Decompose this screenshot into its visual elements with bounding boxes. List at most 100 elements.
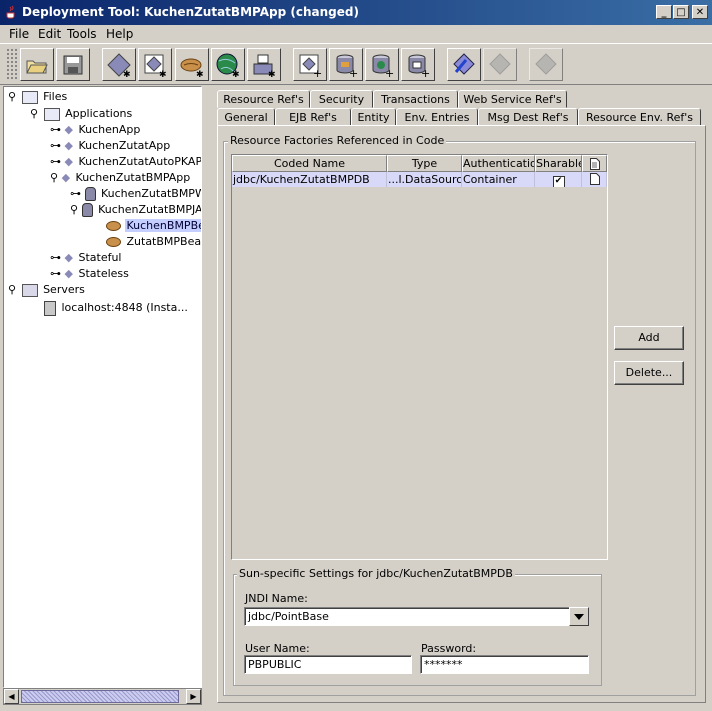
tree-node-app[interactable]: ⊶ ◆ KuchenApp [50,122,142,137]
new-web-component-button[interactable]: ✱ [138,48,172,81]
expand-handle-icon[interactable]: ⚲ [8,90,16,103]
new-ejb-button[interactable]: ✱ [102,48,136,81]
jndi-name-label: JNDI Name: [245,592,308,605]
close-button[interactable]: ✕ [692,5,708,19]
tree-node-jar[interactable]: ⚲ KuchenZutatBMPJA [70,202,202,217]
tree-node-applications[interactable]: ⚲ Applications [30,106,134,121]
tab-entity[interactable]: Entity [351,108,396,126]
tab-resource-refs[interactable]: Resource Ref's [217,90,310,108]
column-header-authentication[interactable]: Authentication [462,155,535,172]
tree-node-jar[interactable]: ⊶ KuchenZutatBMPWA [70,186,201,201]
servers-icon [21,283,38,297]
tree-node-stateful[interactable]: ⊶ ◆ Stateful [50,250,124,265]
svg-text:+: + [385,67,394,78]
tree-node-files[interactable]: ⚲ Files [8,89,69,104]
delete-button[interactable]: Delete... [614,361,684,385]
cell-authentication[interactable]: Container [462,172,535,187]
tree-node-stateless[interactable]: ⊶ ◆ Stateless [50,266,131,281]
sharable-checkbox[interactable]: ✔ [552,176,565,187]
new-bean-icon: ✱ [180,58,204,78]
deploy-button[interactable]: + [329,48,363,81]
split-pane-divider[interactable] [203,86,213,706]
cell-type[interactable]: ...l.DataSource [387,172,462,187]
jndi-dropdown-button[interactable] [569,607,589,626]
user-name-field[interactable]: PBPUBLIC [244,655,412,674]
table-row[interactable]: jdbc/KuchenZutatBMPDB ...l.DataSource Co… [232,172,607,187]
application-icon: ◆ [61,171,71,184]
tree-label-app: KuchenZutatBMPApp [75,171,191,184]
scroll-left-button[interactable]: ◀ [4,689,19,704]
add-button[interactable]: Add [614,326,684,350]
save-button[interactable] [56,48,90,81]
menu-edit[interactable]: Edit [38,27,61,41]
new-connector-button[interactable]: ✱ [247,48,281,81]
tree-node-server[interactable]: localhost:4848 (Insta... [44,300,190,316]
expand-handle-icon[interactable]: ⚲ [50,171,58,184]
password-field[interactable]: ******* [420,655,589,674]
tab-transactions[interactable]: Transactions [373,90,458,108]
cell-description[interactable] [582,172,607,187]
collapse-handle-icon[interactable]: ⊶ [50,267,61,280]
tree-panel[interactable]: ⚲ Files ⚲ Applications ⊶ ◆ KuchenApp ⊶ ◆… [3,86,202,688]
password-label: Password: [421,642,477,655]
menu-help[interactable]: Help [106,27,133,41]
tree-label-app: KuchenZutatAutoPKAPP [78,155,202,168]
jndi-name-combobox[interactable]: jdbc/PointBase [244,607,570,626]
resource-factories-table[interactable]: Coded Name Type Authentication Sharable … [231,154,608,560]
tree-node-servers[interactable]: ⚲ Servers [8,282,87,297]
tree-node-app[interactable]: ⊶ ◆ KuchenZutatAutoPKAPP [50,154,202,169]
collapse-handle-icon[interactable]: ⊶ [70,187,81,200]
tab-ejb-refs[interactable]: EJB Ref's [275,108,351,126]
application-icon: ◆ [64,155,73,168]
tree-node-bean[interactable]: ZutatBMPBean [106,234,201,249]
bean-icon [106,237,121,247]
svg-text:+: + [349,67,358,78]
tree-node-app[interactable]: ⚲ ◆ KuchenZutatBMPApp [50,170,192,185]
scroll-thumb[interactable] [21,690,179,703]
cell-coded-name[interactable]: jdbc/KuchenZutatBMPDB [232,172,387,187]
tab-msg-dest-refs[interactable]: Msg Dest Ref's [478,108,578,126]
open-icon [26,60,48,73]
tab-resource-env-refs[interactable]: Resource Env. Ref's [578,108,701,126]
java-cup-icon [6,5,15,19]
expand-handle-icon[interactable]: ⚲ [8,283,16,296]
tab-env-entries[interactable]: Env. Entries [396,108,478,126]
new-application-client-button[interactable]: ✱ [211,48,245,81]
deploy-client-button[interactable]: + [365,48,399,81]
collapse-handle-icon[interactable]: ⊶ [50,251,61,264]
collapse-handle-icon[interactable]: ⊶ [50,155,61,168]
tree-horizontal-scrollbar[interactable]: ◀ ▶ [3,688,202,705]
menu-tools[interactable]: Tools [67,27,97,41]
resource-factories-title: Resource Factories Referenced in Code [228,134,447,147]
update-button[interactable] [483,48,517,81]
scroll-right-button[interactable]: ▶ [186,689,201,704]
column-header-sharable[interactable]: Sharable [535,155,582,172]
open-button[interactable] [20,48,54,81]
new-bean-button[interactable]: ✱ [175,48,209,81]
tree-label-stateless: Stateless [78,267,129,280]
tree-label-jar: KuchenZutatBMPJA [98,203,202,216]
add-server-button[interactable]: + [293,48,327,81]
undeploy-button[interactable] [529,48,563,81]
tree-node-bean[interactable]: KuchenBMPBea [106,218,201,233]
cell-sharable[interactable]: ✔ [535,172,582,187]
expand-handle-icon[interactable]: ⚲ [30,107,38,120]
collapse-handle-icon[interactable]: ⊶ [50,139,61,152]
column-header-coded-name[interactable]: Coded Name [232,155,387,172]
column-header-type[interactable]: Type [387,155,462,172]
column-header-description[interactable] [582,155,607,172]
tree-label-files: Files [43,90,68,103]
minimize-button[interactable]: _ [656,5,672,19]
maximize-button[interactable]: □ [673,5,689,19]
tree-node-app[interactable]: ⊶ ◆ KuchenZutatApp [50,138,172,153]
tab-general[interactable]: General [217,108,275,126]
collapse-handle-icon[interactable]: ⊶ [50,123,61,136]
expand-handle-icon[interactable]: ⚲ [70,203,78,216]
document-icon [589,173,600,185]
deploy-connector-button[interactable]: + [401,48,435,81]
tab-web-service-refs[interactable]: Web Service Ref's [458,90,567,108]
verify-button[interactable] [447,48,481,81]
tab-security[interactable]: Security [310,90,373,108]
toolbar-grip[interactable] [6,48,18,80]
menu-file[interactable]: File [9,27,29,41]
